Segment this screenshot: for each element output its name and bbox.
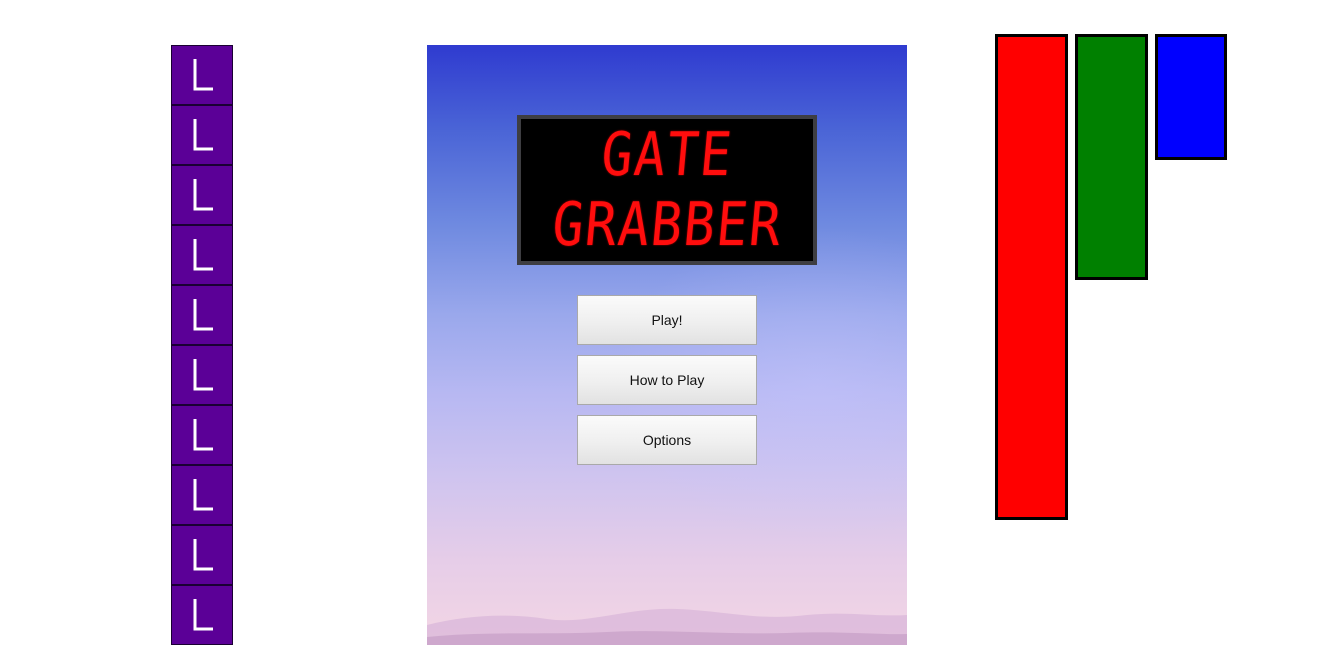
red-bar xyxy=(995,34,1068,520)
gate-l-icon xyxy=(193,179,213,211)
gate-tile xyxy=(171,285,233,345)
game-screen: GATE GRABBER Play! How to Play Options xyxy=(0,0,1327,655)
gate-l-icon xyxy=(193,359,213,391)
green-bar xyxy=(1075,34,1148,280)
gate-tile xyxy=(171,165,233,225)
options-button[interactable]: Options xyxy=(577,415,757,465)
gate-l-icon xyxy=(193,59,213,91)
play-button[interactable]: Play! xyxy=(577,295,757,345)
gate-l-icon xyxy=(193,239,213,271)
gate-tile xyxy=(171,45,233,105)
gate-tile xyxy=(171,585,233,645)
gate-tile xyxy=(171,525,233,585)
gate-tile xyxy=(171,225,233,285)
gate-column xyxy=(171,45,233,645)
gate-l-icon xyxy=(193,419,213,451)
gate-tile xyxy=(171,105,233,165)
how-to-play-button[interactable]: How to Play xyxy=(577,355,757,405)
title-line-2: GRABBER xyxy=(549,190,785,260)
gate-l-icon xyxy=(193,299,213,331)
gate-l-icon xyxy=(193,599,213,631)
gate-l-icon xyxy=(193,119,213,151)
gate-l-icon xyxy=(193,539,213,571)
gate-l-icon xyxy=(193,479,213,511)
gate-tile xyxy=(171,405,233,465)
blue-bar xyxy=(1155,34,1227,160)
gate-tile xyxy=(171,345,233,405)
gate-tile xyxy=(171,465,233,525)
title-line-1: GATE xyxy=(598,120,736,190)
title-display: GATE GRABBER xyxy=(517,115,817,265)
game-panel: GATE GRABBER Play! How to Play Options xyxy=(427,45,907,645)
mountain-silhouette xyxy=(427,608,907,645)
